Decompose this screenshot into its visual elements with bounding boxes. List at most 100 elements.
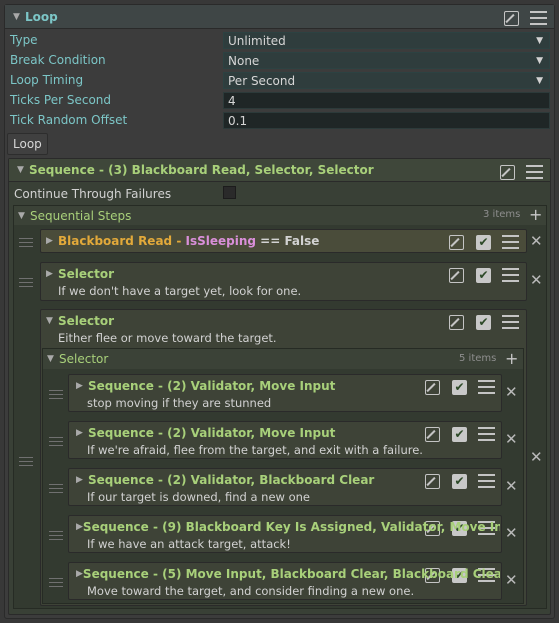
- selector-children-header[interactable]: ▼ Selector: [43, 349, 523, 369]
- loop-timing-dropdown[interactable]: Per Second ▼: [223, 72, 550, 89]
- dropdown-arrow-icon: ▼: [536, 76, 543, 86]
- children-count: 5 items: [459, 353, 497, 364]
- ticks-per-second-input[interactable]: 4: [223, 92, 550, 109]
- child-sequence-description: stop moving if they are stunned: [87, 396, 272, 410]
- expand-arrow-icon[interactable]: ▶: [46, 236, 58, 246]
- selector-1-title: Selector: [58, 267, 115, 281]
- child-sequence-description: If our target is downed, find a new one: [87, 490, 310, 504]
- sequential-steps-label: Sequential Steps: [30, 208, 132, 223]
- dropdown-arrow-icon: ▼: [536, 56, 543, 66]
- break-condition-dropdown[interactable]: None ▼: [223, 52, 550, 69]
- edit-icon[interactable]: [449, 315, 464, 330]
- continue-through-failures-checkbox[interactable]: [223, 186, 236, 199]
- drag-handle[interactable]: [49, 531, 63, 543]
- child-sequence-header[interactable]: ▶ Sequence - (2) Validator, Blackboard C…: [76, 472, 374, 488]
- selector-2-title: Selector: [58, 314, 115, 328]
- sequence-header[interactable]: ▼ Sequence - (3) Blackboard Read, Select…: [9, 159, 550, 182]
- enabled-checkbox[interactable]: ✔: [452, 380, 467, 395]
- remove-button[interactable]: ✕: [505, 526, 518, 541]
- loop-footer-label: Loop: [7, 133, 48, 155]
- blackboard-read-op: ==: [255, 234, 285, 248]
- continue-through-failures-label: Continue Through Failures: [14, 187, 172, 201]
- menu-icon[interactable]: [478, 427, 495, 441]
- enabled-checkbox[interactable]: ✔: [476, 315, 491, 330]
- child-sequence-header[interactable]: ▶ Sequence - (2) Validator, Move Input: [76, 378, 335, 394]
- blackboard-read-header[interactable]: ▶ Blackboard Read - IsSleeping == False: [46, 233, 319, 249]
- tick-random-offset-input[interactable]: 0.1: [223, 112, 550, 129]
- menu-icon[interactable]: [530, 11, 547, 25]
- edit-icon[interactable]: [500, 165, 515, 180]
- edit-icon[interactable]: [425, 474, 440, 489]
- collapse-arrow-icon[interactable]: ▼: [17, 165, 29, 175]
- remove-button[interactable]: ✕: [530, 273, 543, 288]
- remove-button[interactable]: ✕: [530, 450, 543, 465]
- sequential-steps-header[interactable]: ▼ Sequential Steps: [14, 206, 546, 225]
- menu-icon[interactable]: [478, 474, 495, 488]
- drag-handle[interactable]: [19, 278, 33, 290]
- drag-handle[interactable]: [49, 390, 63, 402]
- expand-arrow-icon[interactable]: ▶: [46, 269, 58, 279]
- drag-handle[interactable]: [49, 578, 63, 590]
- steps-count: 3 items: [483, 209, 521, 220]
- menu-icon[interactable]: [526, 165, 543, 179]
- remove-button[interactable]: ✕: [505, 432, 518, 447]
- add-step-button[interactable]: +: [529, 205, 542, 224]
- drag-handle[interactable]: [49, 484, 63, 496]
- blackboard-read-prefix: Blackboard Read -: [58, 234, 186, 248]
- drag-handle[interactable]: [49, 437, 63, 449]
- selector-2-description: Either flee or move toward the target.: [58, 331, 277, 345]
- loop-header[interactable]: ▼ Loop: [5, 5, 554, 29]
- expand-arrow-icon[interactable]: ▶: [76, 428, 88, 438]
- child-sequence-title: Sequence - (5) Move Input, Blackboard Cl…: [82, 567, 500, 581]
- loop-title: Loop: [25, 9, 58, 24]
- dropdown-arrow-icon: ▼: [536, 36, 543, 46]
- remove-button[interactable]: ✕: [505, 573, 518, 588]
- enabled-checkbox[interactable]: ✔: [452, 474, 467, 489]
- enabled-checkbox[interactable]: ✔: [476, 235, 491, 250]
- child-sequence-header[interactable]: ▶ Sequence - (2) Validator, Move Input: [76, 425, 335, 441]
- expand-arrow-icon[interactable]: ▶: [76, 522, 83, 532]
- remove-button[interactable]: ✕: [530, 234, 543, 249]
- edit-icon[interactable]: [425, 380, 440, 395]
- expand-arrow-icon[interactable]: ▶: [76, 475, 88, 485]
- edit-icon[interactable]: [449, 268, 464, 283]
- field-label-tick-random-offset: Tick Random Offset: [10, 113, 128, 127]
- remove-button[interactable]: ✕: [505, 385, 518, 400]
- edit-icon[interactable]: [449, 235, 464, 250]
- add-child-button[interactable]: +: [505, 349, 518, 368]
- collapse-arrow-icon[interactable]: ▼: [46, 316, 58, 326]
- collapse-arrow-icon[interactable]: ▼: [18, 211, 30, 221]
- child-sequence-title: Sequence - (2) Validator, Blackboard Cle…: [88, 473, 375, 487]
- blackboard-read-value: False: [284, 234, 320, 248]
- edit-icon[interactable]: [504, 11, 519, 26]
- child-sequence-header[interactable]: ▶ Sequence - (5) Move Input, Blackboard …: [76, 566, 500, 582]
- drag-handle[interactable]: [19, 457, 33, 469]
- menu-icon[interactable]: [478, 380, 495, 394]
- child-sequence-header[interactable]: ▶ Sequence - (9) Blackboard Key Is Assig…: [76, 519, 500, 535]
- remove-button[interactable]: ✕: [505, 479, 518, 494]
- field-label-type: Type: [10, 33, 38, 47]
- selector-children-label: Selector: [59, 352, 109, 366]
- menu-icon[interactable]: [502, 235, 519, 249]
- menu-icon[interactable]: [502, 315, 519, 329]
- enabled-checkbox[interactable]: ✔: [476, 268, 491, 283]
- child-sequence-description: Move toward the target, and consider fin…: [87, 584, 415, 598]
- blackboard-read-key: IsSleeping: [185, 234, 256, 248]
- collapse-arrow-icon[interactable]: ▼: [47, 354, 59, 364]
- selector-1-header[interactable]: ▶ Selector: [46, 266, 114, 282]
- child-sequence-description: If we have an attack target, attack!: [87, 537, 291, 551]
- expand-arrow-icon[interactable]: ▶: [76, 569, 83, 579]
- collapse-arrow-icon[interactable]: ▼: [13, 12, 25, 22]
- enabled-checkbox[interactable]: ✔: [452, 427, 467, 442]
- selector-1-description: If we don't have a target yet, look for …: [58, 284, 302, 298]
- type-dropdown[interactable]: Unlimited ▼: [223, 32, 550, 49]
- menu-icon[interactable]: [502, 268, 519, 282]
- expand-arrow-icon[interactable]: ▶: [76, 381, 88, 391]
- field-label-break-condition: Break Condition: [10, 53, 106, 67]
- edit-icon[interactable]: [425, 427, 440, 442]
- selector-2-header[interactable]: ▼ Selector: [46, 313, 114, 329]
- drag-handle[interactable]: [19, 238, 33, 250]
- child-sequence-title: Sequence - (9) Blackboard Key Is Assigne…: [82, 520, 500, 534]
- sequence-title: Sequence - (3) Blackboard Read, Selector…: [29, 163, 374, 177]
- child-sequence-title: Sequence - (2) Validator, Move Input: [88, 426, 336, 440]
